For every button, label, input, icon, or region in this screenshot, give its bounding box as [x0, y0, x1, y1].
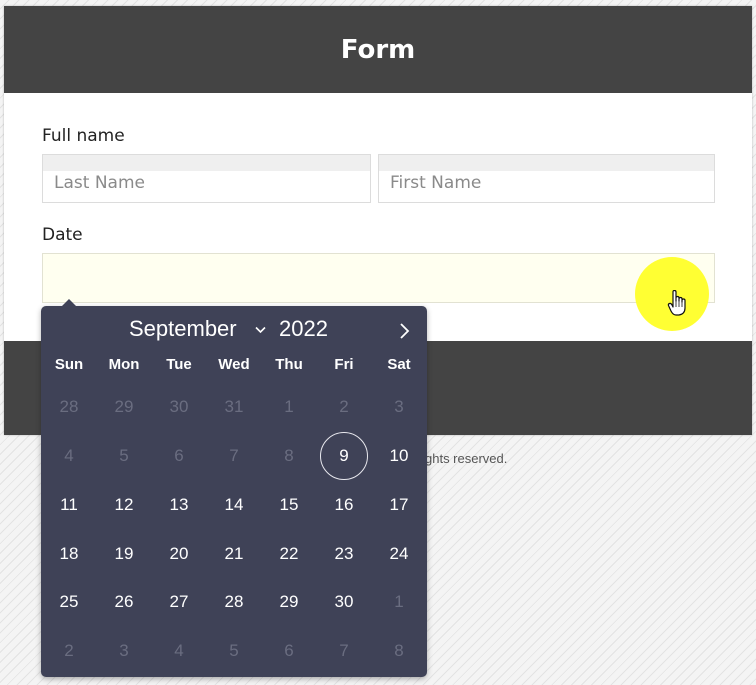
date-input[interactable] — [42, 253, 715, 303]
weekday-header: Thu — [275, 356, 303, 373]
calendar-day[interactable]: 13 — [155, 481, 203, 529]
calendar-day[interactable]: 26 — [100, 578, 148, 626]
calendar-day[interactable]: 4 — [45, 432, 93, 480]
calendar-day[interactable]: 5 — [210, 627, 258, 675]
date-picker-calendar: September 2022 Sun Mon Tue Wed Thu Fri Sat 28 2… — [41, 299, 427, 677]
calendar-day[interactable]: 29 — [265, 578, 313, 626]
chevron-down-icon[interactable] — [255, 326, 266, 334]
date-label: Date — [42, 225, 83, 245]
weekday-header: Wed — [218, 356, 250, 373]
calendar-day[interactable]: 5 — [100, 432, 148, 480]
calendar-day[interactable]: 18 — [45, 530, 93, 578]
calendar-day[interactable]: 1 — [265, 383, 313, 431]
calendar-day[interactable]: 30 — [320, 578, 368, 626]
calendar-day[interactable]: 7 — [320, 627, 368, 675]
calendar-day[interactable]: 20 — [155, 530, 203, 578]
calendar-day[interactable]: 19 — [100, 530, 148, 578]
form-header: Form — [4, 6, 752, 93]
calendar-day[interactable]: 24 — [375, 530, 423, 578]
first-name-input[interactable] — [378, 154, 715, 203]
calendar-day[interactable]: 12 — [100, 481, 148, 529]
calendar-year-input[interactable]: 2022 — [279, 316, 328, 342]
weekday-header: Sun — [54, 356, 84, 373]
calendar-day[interactable]: 6 — [155, 432, 203, 480]
calendar-day[interactable]: 10 — [375, 432, 423, 480]
calendar-month-select[interactable]: September — [129, 316, 237, 342]
calendar-day[interactable]: 21 — [210, 530, 258, 578]
calendar-day[interactable]: 7 — [210, 432, 258, 480]
calendar-pointer-arrow — [62, 299, 76, 306]
chevron-right-icon[interactable] — [398, 321, 412, 341]
calendar-day[interactable]: 15 — [265, 481, 313, 529]
copyright-text: ghts reserved. — [425, 451, 508, 466]
calendar-day[interactable]: 14 — [210, 481, 258, 529]
calendar-day[interactable]: 8 — [265, 432, 313, 480]
full-name-label: Full name — [42, 126, 125, 146]
calendar-day[interactable]: 16 — [320, 481, 368, 529]
weekday-header: Fri — [334, 356, 354, 373]
calendar-day[interactable]: 1 — [375, 578, 423, 626]
calendar-day[interactable]: 8 — [375, 627, 423, 675]
calendar-day[interactable]: 27 — [155, 578, 203, 626]
calendar-day[interactable]: 29 — [100, 383, 148, 431]
calendar-days-grid: 28 29 30 31 1 2 3 4 5 6 7 8 9 10 11 12 13 14 15 16 17 18 19 20 2… — [41, 381, 427, 671]
calendar-day[interactable]: 17 — [375, 481, 423, 529]
calendar-day[interactable]: 23 — [320, 530, 368, 578]
calendar-day[interactable]: 28 — [210, 578, 258, 626]
calendar-day[interactable]: 2 — [45, 627, 93, 675]
weekday-header: Mon — [108, 356, 140, 373]
calendar-day-today[interactable]: 9 — [320, 432, 368, 480]
calendar-day[interactable]: 11 — [45, 481, 93, 529]
calendar-day[interactable]: 22 — [265, 530, 313, 578]
calendar-day[interactable]: 25 — [45, 578, 93, 626]
weekday-header: Tue — [166, 356, 192, 373]
calendar-day[interactable]: 31 — [210, 383, 258, 431]
calendar-day[interactable]: 4 — [155, 627, 203, 675]
calendar-day[interactable]: 6 — [265, 627, 313, 675]
calendar-day[interactable]: 3 — [100, 627, 148, 675]
calendar-weekday-row: Sun Mon Tue Wed Thu Fri Sat — [41, 356, 427, 376]
form-title: Form — [340, 34, 416, 65]
last-name-input[interactable] — [42, 154, 371, 203]
calendar-day[interactable]: 30 — [155, 383, 203, 431]
calendar-day[interactable]: 28 — [45, 383, 93, 431]
hand-pointer-icon — [667, 290, 686, 316]
calendar-day[interactable]: 2 — [320, 383, 368, 431]
weekday-header: Sat — [387, 356, 411, 373]
calendar-day[interactable]: 3 — [375, 383, 423, 431]
